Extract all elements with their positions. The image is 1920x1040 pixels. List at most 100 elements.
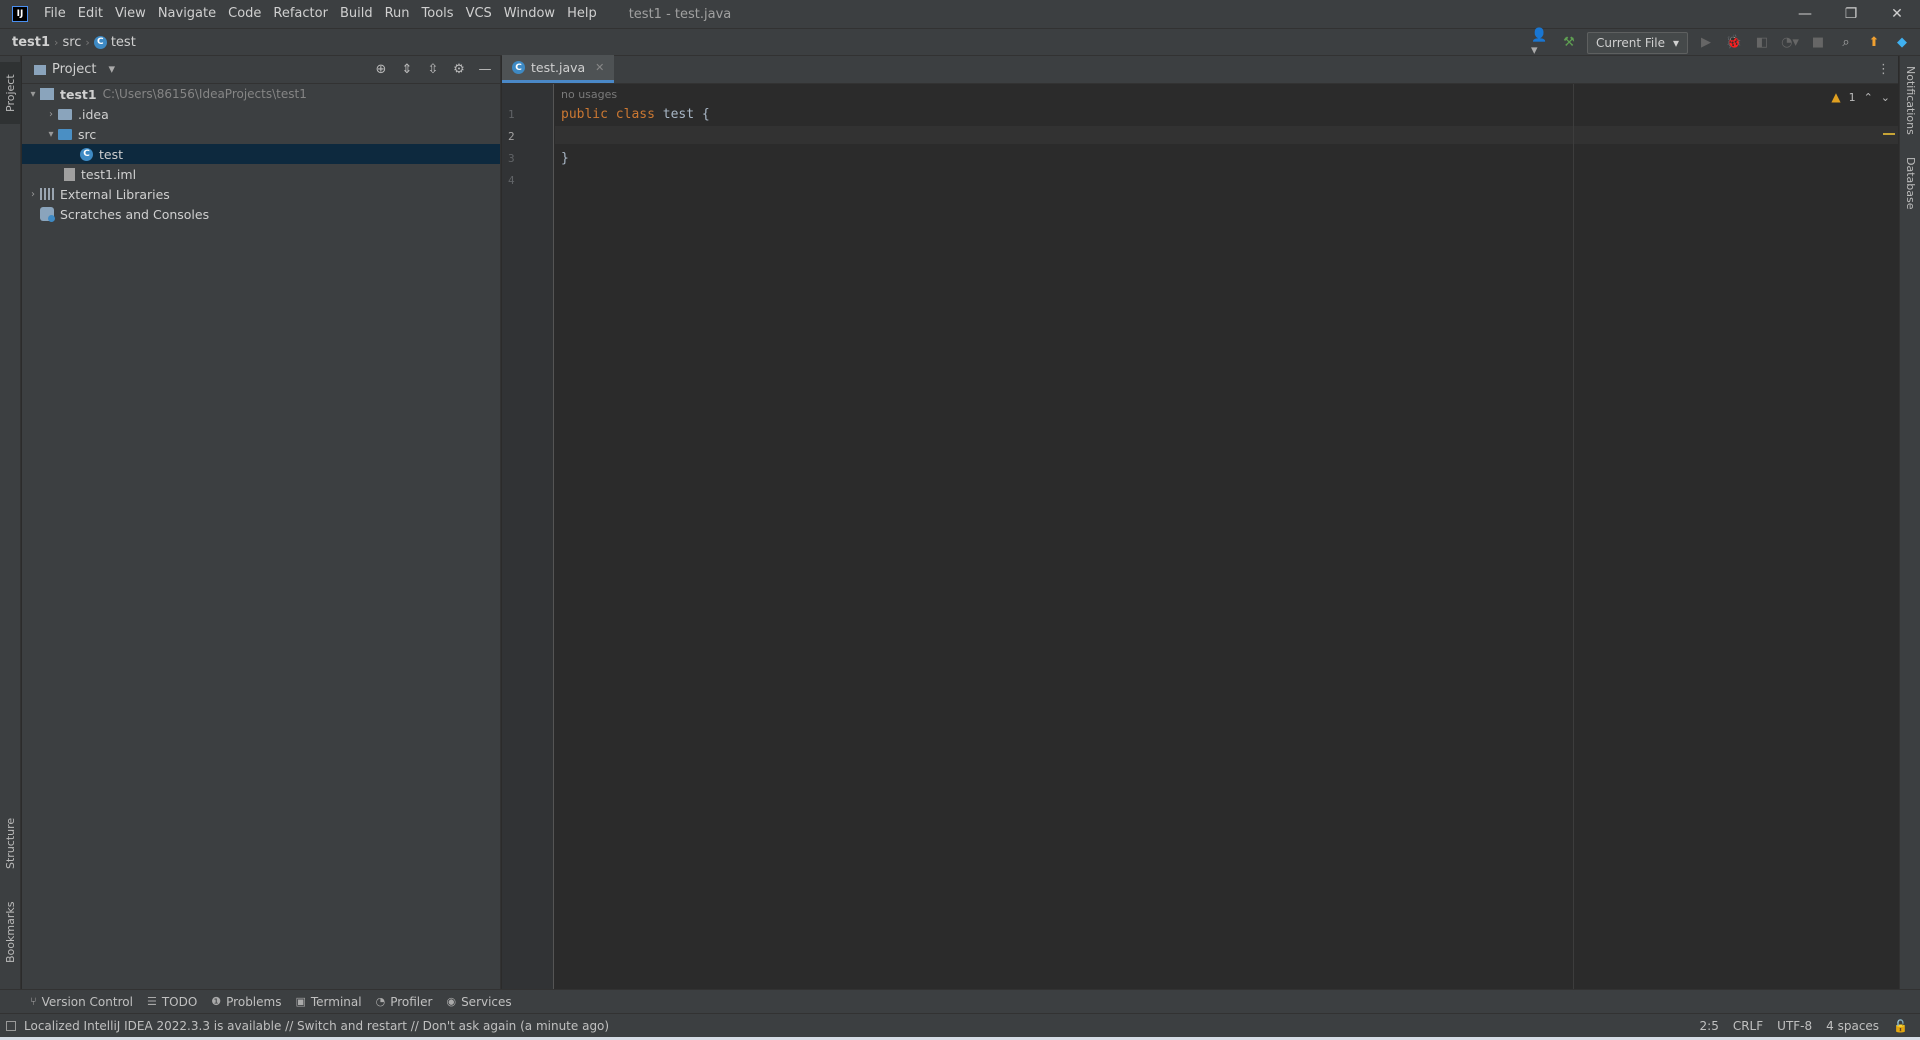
- locate-file-icon[interactable]: ⊕: [372, 60, 390, 78]
- intellij-logo-icon[interactable]: IJ: [12, 6, 28, 22]
- status-widgets: 2:5 CRLF UTF-8 4 spaces 🔓: [1700, 1014, 1908, 1038]
- structure-tool-tab[interactable]: Structure: [0, 808, 21, 878]
- services-tab[interactable]: ◉ Services: [446, 995, 511, 1009]
- status-message[interactable]: Localized IntelliJ IDEA 2022.3.3 is avai…: [24, 1019, 609, 1033]
- breadcrumb-src[interactable]: src: [58, 35, 85, 50]
- menu-view[interactable]: View: [109, 0, 152, 28]
- line-separator[interactable]: CRLF: [1733, 1019, 1763, 1033]
- main-menu: File Edit View Navigate Code Refactor Bu…: [38, 0, 603, 28]
- notifications-tool-tab[interactable]: Notifications: [1900, 60, 1920, 140]
- indent-setting[interactable]: 4 spaces: [1826, 1019, 1879, 1033]
- menu-file[interactable]: File: [38, 0, 72, 28]
- run-icon[interactable]: ▶: [1696, 33, 1716, 53]
- profiler-tab[interactable]: ◔ Profiler: [376, 995, 433, 1009]
- error-stripe-marker[interactable]: [1883, 133, 1895, 135]
- editor-area: C test.java ✕ ⋮ 1 2 3 4 no usages public…: [502, 55, 1898, 989]
- profile-icon[interactable]: ◔▾: [1780, 33, 1800, 53]
- menu-run[interactable]: Run: [379, 0, 416, 28]
- more-options-icon[interactable]: ⋮: [1877, 62, 1890, 77]
- editor-tab-test-java[interactable]: C test.java ✕: [502, 55, 615, 83]
- usages-hint[interactable]: no usages: [561, 88, 617, 101]
- code-editor[interactable]: no usages public class test { } ▲ 1 ⌃ ⌄: [555, 84, 1898, 989]
- menu-edit[interactable]: Edit: [72, 0, 109, 28]
- tree-ext-libs-label: External Libraries: [60, 186, 170, 202]
- expand-all-icon[interactable]: ⇕: [398, 60, 416, 78]
- close-window-button[interactable]: ✕: [1874, 0, 1920, 28]
- build-hammer-icon[interactable]: ⚒: [1559, 33, 1579, 53]
- gear-icon[interactable]: ⚙: [450, 60, 468, 78]
- breadcrumb-class[interactable]: C test: [90, 35, 140, 50]
- window-controls: — ❐ ✕: [1782, 0, 1920, 28]
- inspection-widget[interactable]: ▲ 1 ⌃ ⌄: [1831, 90, 1890, 104]
- caret-position[interactable]: 2:5: [1700, 1019, 1719, 1033]
- database-tool-tab[interactable]: Database: [1900, 148, 1920, 218]
- jetbrains-toolbox-icon[interactable]: ◆: [1892, 33, 1912, 53]
- problems-label: Problems: [226, 994, 282, 1009]
- close-icon[interactable]: ✕: [595, 61, 604, 74]
- collapse-all-icon[interactable]: ⇳: [424, 60, 442, 78]
- window-title: test1 - test.java: [628, 6, 732, 22]
- scratches-icon: [40, 207, 55, 222]
- hide-panel-icon[interactable]: —: [476, 60, 494, 78]
- bookmarks-tool-tab[interactable]: Bookmarks: [0, 892, 21, 972]
- user-account-icon[interactable]: 👤▾: [1531, 28, 1551, 58]
- update-icon[interactable]: ⬆: [1864, 33, 1884, 53]
- project-panel-tools: ⊕ ⇕ ⇳ ⚙ —: [372, 60, 494, 78]
- menu-vcs[interactable]: VCS: [460, 0, 498, 28]
- project-tool-tab-label: Project: [4, 74, 17, 112]
- coverage-icon[interactable]: ◧: [1752, 33, 1772, 53]
- tree-row-test-class[interactable]: C test: [22, 144, 500, 164]
- warning-count: 1: [1848, 90, 1856, 104]
- stop-icon[interactable]: ■: [1808, 33, 1828, 53]
- tree-row-scratches[interactable]: Scratches and Consoles: [22, 204, 500, 224]
- code-line-1: public class test {: [561, 107, 710, 122]
- status-window-icon[interactable]: [6, 1020, 16, 1031]
- tree-row-idea[interactable]: › .idea: [22, 104, 500, 124]
- terminal-tab[interactable]: ▣ Terminal: [295, 995, 361, 1009]
- menu-build[interactable]: Build: [334, 0, 379, 28]
- version-control-tab[interactable]: ⑂ Version Control: [30, 995, 133, 1009]
- lock-icon[interactable]: 🔓: [1893, 1019, 1908, 1033]
- project-tool-tab[interactable]: Project: [0, 62, 21, 124]
- toolbar-right: 👤▾ ⚒ Current File ▾ ▶ 🐞 ◧ ◔▾ ■ ⌕ ⬆ ◆: [1531, 28, 1920, 58]
- bookmarks-tool-tab-label: Bookmarks: [4, 901, 17, 963]
- menu-tools[interactable]: Tools: [416, 0, 460, 28]
- tree-src-label: src: [78, 126, 97, 142]
- menu-code[interactable]: Code: [222, 0, 267, 28]
- source-folder-icon: [58, 128, 72, 140]
- menu-refactor[interactable]: Refactor: [267, 0, 334, 28]
- problems-tab[interactable]: ❶ Problems: [211, 995, 281, 1009]
- chevron-down-icon[interactable]: ▾: [44, 129, 58, 140]
- menu-window[interactable]: Window: [498, 0, 561, 28]
- minimize-button[interactable]: —: [1782, 0, 1828, 28]
- tree-row-external-libraries[interactable]: › External Libraries: [22, 184, 500, 204]
- chevron-down-icon[interactable]: ▾: [26, 89, 40, 100]
- project-tree: ▾ test1 C:\Users\86156\IdeaProjects\test…: [22, 84, 500, 224]
- search-icon[interactable]: ⌕: [1836, 33, 1856, 53]
- tree-root-path: C:\Users\86156\IdeaProjects\test1: [102, 87, 307, 101]
- chevron-right-icon[interactable]: ›: [26, 189, 40, 200]
- right-margin-guide: [1573, 84, 1574, 989]
- debug-icon[interactable]: 🐞: [1724, 33, 1744, 53]
- chevron-right-icon[interactable]: ›: [44, 109, 58, 120]
- todo-tab[interactable]: ☰ TODO: [147, 995, 197, 1009]
- project-panel-title[interactable]: Project: [52, 62, 96, 77]
- tree-row-root[interactable]: ▾ test1 C:\Users\86156\IdeaProjects\test…: [22, 84, 500, 104]
- breadcrumb-project[interactable]: test1: [8, 35, 54, 50]
- project-panel-header: Project ▾ ⊕ ⇕ ⇳ ⚙ —: [22, 56, 500, 84]
- tree-row-iml[interactable]: test1.iml: [22, 164, 500, 184]
- notifications-tool-tab-label: Notifications: [1904, 65, 1917, 135]
- close-brace: }: [561, 151, 569, 166]
- tree-row-src[interactable]: ▾ src: [22, 124, 500, 144]
- chevron-down-icon[interactable]: ⌄: [1881, 91, 1890, 104]
- chevron-up-icon[interactable]: ⌃: [1864, 91, 1873, 104]
- editor-tab-bar: C test.java ✕ ⋮: [502, 55, 1898, 84]
- file-encoding[interactable]: UTF-8: [1777, 1019, 1812, 1033]
- menu-navigate[interactable]: Navigate: [152, 0, 222, 28]
- restore-button[interactable]: ❐: [1828, 0, 1874, 28]
- line-number: 4: [508, 174, 515, 187]
- run-configuration-select[interactable]: Current File ▾: [1587, 31, 1688, 54]
- menu-help[interactable]: Help: [561, 0, 603, 28]
- chevron-down-icon[interactable]: ▾: [108, 62, 115, 77]
- tree-iml-label: test1.iml: [81, 166, 137, 182]
